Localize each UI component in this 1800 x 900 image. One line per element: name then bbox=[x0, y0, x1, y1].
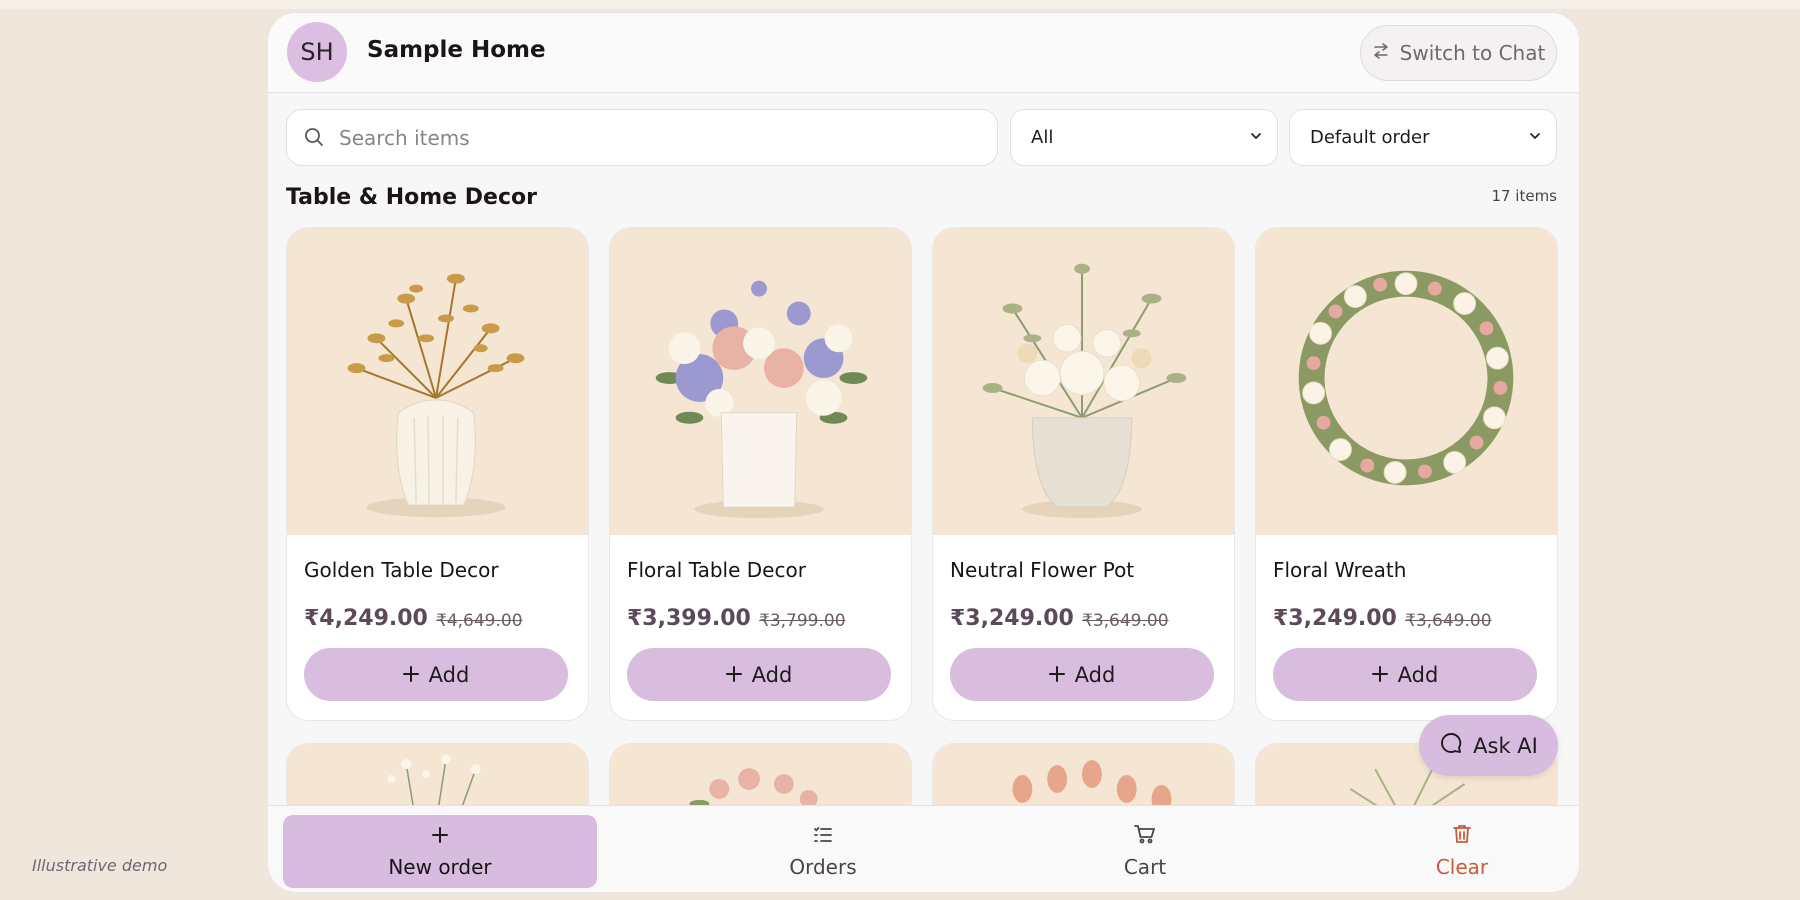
product-card[interactable]: Floral Table Decor ₹3,399.00 ₹3,799.00 A… bbox=[609, 227, 912, 721]
add-label: Add bbox=[428, 662, 470, 687]
product-price: ₹4,249.00 bbox=[304, 606, 428, 631]
add-label: Add bbox=[1074, 662, 1116, 687]
product-card[interactable]: Neutral Flower Pot ₹3,249.00 ₹3,649.00 A… bbox=[932, 227, 1235, 721]
chat-bubble-icon bbox=[1439, 731, 1463, 760]
product-image bbox=[1256, 228, 1557, 535]
plus-icon bbox=[1371, 663, 1388, 687]
product-name: Floral Table Decor bbox=[627, 558, 806, 582]
orders-tab[interactable]: Orders bbox=[723, 815, 923, 888]
avatar[interactable]: SH bbox=[287, 22, 347, 82]
product-name: Neutral Flower Pot bbox=[950, 558, 1135, 582]
list-icon bbox=[813, 825, 833, 849]
product-original-price: ₹3,799.00 bbox=[759, 611, 846, 631]
plus-icon bbox=[431, 825, 449, 849]
search-input[interactable] bbox=[339, 110, 979, 165]
new-order-label: New order bbox=[388, 854, 492, 879]
sort-select[interactable]: Default order bbox=[1289, 109, 1557, 166]
add-label: Add bbox=[1397, 662, 1439, 687]
product-name: Floral Wreath bbox=[1273, 558, 1407, 582]
item-count: 17 items bbox=[1491, 187, 1557, 205]
store-name: Sample Home bbox=[367, 37, 546, 63]
switch-to-chat-button[interactable]: Switch to Chat bbox=[1360, 25, 1557, 81]
product-price: ₹3,249.00 bbox=[950, 606, 1074, 631]
cart-tab[interactable]: Cart bbox=[1045, 815, 1245, 888]
product-image bbox=[933, 228, 1234, 535]
clear-label: Clear bbox=[1435, 855, 1489, 879]
plus-icon bbox=[725, 663, 742, 687]
add-to-cart-button[interactable]: Add bbox=[627, 648, 891, 701]
category-value: All bbox=[1031, 127, 1054, 148]
product-original-price: ₹3,649.00 bbox=[1405, 611, 1492, 631]
add-to-cart-button[interactable]: Add bbox=[1273, 648, 1537, 701]
search-icon bbox=[303, 126, 325, 152]
add-to-cart-button[interactable]: Add bbox=[304, 648, 568, 701]
product-card[interactable]: Floral Wreath ₹3,249.00 ₹3,649.00 Add bbox=[1255, 227, 1558, 721]
new-order-button[interactable]: New order bbox=[283, 815, 597, 888]
chevron-down-icon bbox=[1528, 127, 1542, 148]
product-original-price: ₹3,649.00 bbox=[1082, 611, 1169, 631]
bottom-nav: New order Orders Cart Clear bbox=[268, 805, 1579, 892]
sort-value: Default order bbox=[1310, 127, 1430, 148]
add-to-cart-button[interactable]: Add bbox=[950, 648, 1214, 701]
section-title: Table & Home Decor bbox=[286, 185, 537, 210]
chevron-down-icon bbox=[1249, 127, 1263, 148]
trash-icon bbox=[1453, 824, 1471, 849]
demo-watermark: Illustrative demo bbox=[32, 856, 168, 875]
search-box bbox=[286, 109, 998, 166]
product-card[interactable]: Golden Table Decor ₹4,249.00 ₹4,649.00 A… bbox=[286, 227, 589, 721]
top-strip bbox=[0, 0, 1800, 9]
cart-label: Cart bbox=[1123, 855, 1167, 879]
product-original-price: ₹4,649.00 bbox=[436, 611, 523, 631]
product-image bbox=[287, 228, 588, 535]
add-label: Add bbox=[751, 662, 793, 687]
ask-ai-label: Ask AI bbox=[1473, 733, 1538, 758]
product-name: Golden Table Decor bbox=[304, 558, 499, 582]
switch-label: Switch to Chat bbox=[1399, 41, 1546, 65]
app-window: SH Sample Home Switch to Chat All bbox=[268, 13, 1579, 892]
plus-icon bbox=[1048, 663, 1065, 687]
product-price: ₹3,399.00 bbox=[627, 606, 751, 631]
header: SH Sample Home Switch to Chat bbox=[268, 13, 1579, 93]
clear-button[interactable]: Clear bbox=[1362, 815, 1562, 888]
cart-icon bbox=[1134, 824, 1156, 849]
plus-icon bbox=[402, 663, 419, 687]
swap-arrows-icon bbox=[1372, 41, 1390, 65]
orders-label: Orders bbox=[789, 854, 857, 879]
ask-ai-button[interactable]: Ask AI bbox=[1419, 715, 1558, 776]
product-image bbox=[610, 228, 911, 535]
product-price: ₹3,249.00 bbox=[1273, 606, 1397, 631]
category-select[interactable]: All bbox=[1010, 109, 1278, 166]
